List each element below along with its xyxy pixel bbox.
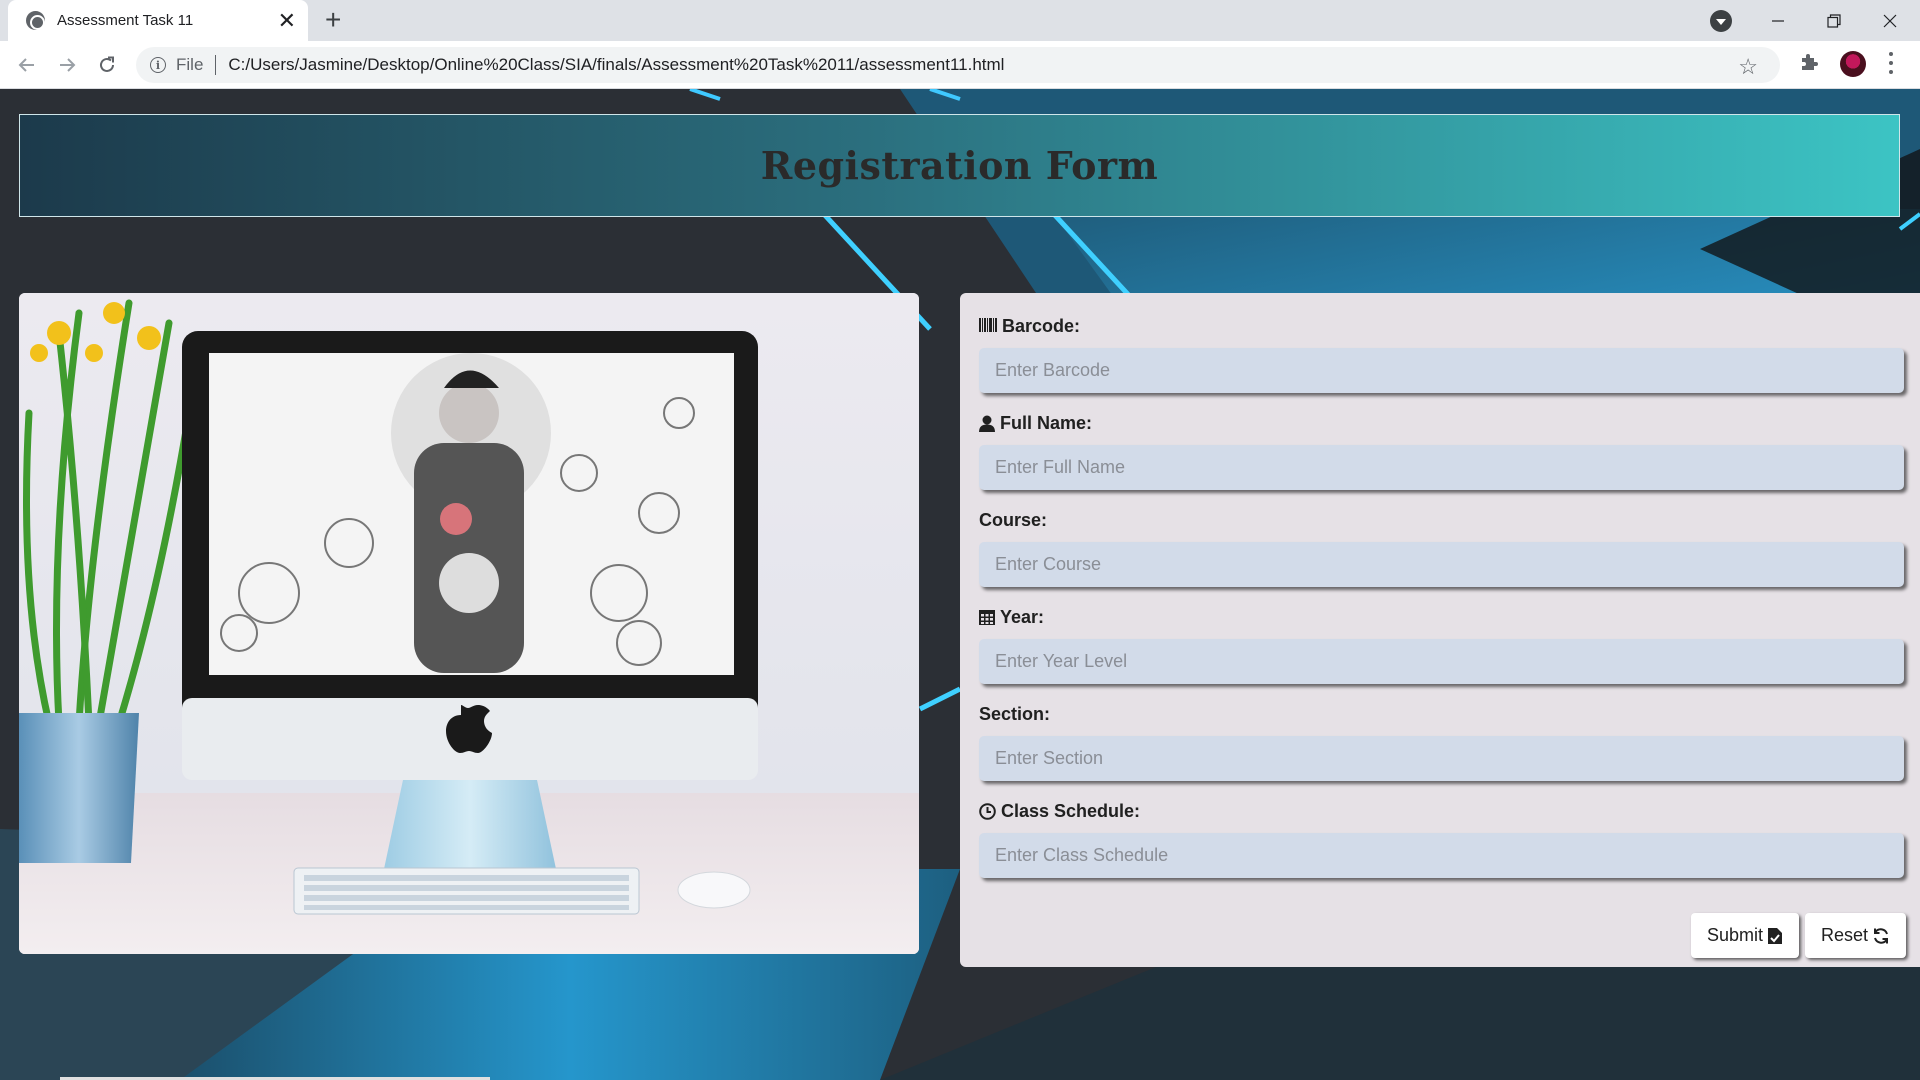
file-check-icon bbox=[1767, 927, 1782, 944]
back-button[interactable] bbox=[13, 51, 41, 79]
field-barcode: Barcode: bbox=[979, 315, 1904, 393]
barcode-label-text: Barcode: bbox=[1002, 315, 1081, 336]
course-input[interactable] bbox=[979, 542, 1904, 587]
restore-button[interactable] bbox=[1806, 0, 1862, 41]
page-viewport: Registration Form Barcode: Enter Barcode… bbox=[0, 89, 1920, 1080]
close-tab-icon[interactable]: ✕ bbox=[278, 9, 296, 32]
user-icon bbox=[979, 415, 995, 432]
minimize-button[interactable] bbox=[1750, 0, 1806, 41]
submit-button[interactable]: Submit bbox=[1690, 913, 1799, 958]
barcode-icon bbox=[979, 318, 997, 334]
address-separator bbox=[215, 55, 217, 75]
class-schedule-label: Class Schedule: bbox=[979, 800, 1902, 822]
section-input[interactable] bbox=[979, 736, 1904, 781]
forward-button[interactable] bbox=[53, 51, 81, 79]
year-label-text: Year: bbox=[1000, 606, 1045, 627]
reset-button-label: Reset bbox=[1820, 925, 1868, 945]
field-course: Course: bbox=[979, 509, 1904, 587]
full-name-label-text: Full Name: bbox=[1000, 412, 1093, 433]
class-schedule-label-text: Class Schedule: bbox=[1001, 800, 1141, 821]
browser-toolbar: i File C:/Users/Jasmine/Desktop/Online%2… bbox=[0, 41, 1920, 89]
desk-computer-image bbox=[19, 293, 919, 954]
restore-icon bbox=[1827, 13, 1841, 28]
reset-button[interactable]: Reset bbox=[1804, 913, 1906, 958]
browser-tab-active[interactable]: Assessment Task 11 ✕ bbox=[8, 0, 308, 41]
year-input[interactable] bbox=[979, 639, 1904, 684]
tab-search-icon[interactable] bbox=[1710, 10, 1732, 32]
section-label: Section: bbox=[979, 703, 1902, 725]
new-tab-button[interactable]: + bbox=[325, 6, 341, 34]
field-section: Section: bbox=[979, 703, 1904, 781]
globe-icon bbox=[26, 11, 45, 30]
arrow-right-icon bbox=[60, 58, 76, 72]
page-title: Registration Form bbox=[760, 143, 1159, 188]
submit-button-label: Submit bbox=[1706, 925, 1763, 945]
hero-image bbox=[19, 293, 919, 954]
address-bar[interactable]: i File C:/Users/Jasmine/Desktop/Online%2… bbox=[136, 47, 1780, 83]
section-label-text: Section: bbox=[979, 703, 1051, 724]
close-window-button[interactable] bbox=[1862, 0, 1918, 41]
browser-menu-button[interactable] bbox=[1888, 52, 1894, 74]
close-window-icon bbox=[1883, 14, 1897, 27]
refresh-icon bbox=[1874, 927, 1888, 944]
bookmark-star-icon[interactable]: ☆ bbox=[1738, 54, 1758, 80]
full-name-label: Full Name: bbox=[979, 412, 1902, 434]
reload-icon bbox=[100, 56, 114, 72]
registration-form: Barcode: Full Name: Course: bbox=[960, 293, 1920, 967]
course-label-text: Course: bbox=[979, 509, 1048, 530]
address-scheme: File bbox=[176, 55, 204, 74]
tab-strip: Assessment Task 11 ✕ + bbox=[0, 0, 1920, 41]
minimize-icon bbox=[1772, 19, 1784, 22]
clock-icon bbox=[979, 802, 996, 820]
arrow-left-icon bbox=[18, 58, 34, 72]
full-name-input[interactable] bbox=[979, 445, 1904, 490]
reload-button[interactable] bbox=[93, 51, 121, 79]
course-label: Course: bbox=[979, 509, 1902, 531]
tab-title: Assessment Task 11 bbox=[57, 12, 194, 29]
barcode-label: Barcode: bbox=[979, 315, 1902, 337]
calendar-icon bbox=[979, 609, 995, 625]
form-actions: Submit Reset bbox=[1690, 913, 1906, 958]
page-header: Registration Form bbox=[19, 114, 1900, 217]
field-full-name: Full Name: bbox=[979, 412, 1904, 490]
field-class-schedule: Class Schedule: bbox=[979, 800, 1904, 878]
address-url[interactable]: C:/Users/Jasmine/Desktop/Online%20Class/… bbox=[228, 55, 1004, 75]
extensions-puzzle-icon[interactable] bbox=[1798, 50, 1822, 74]
class-schedule-input[interactable] bbox=[979, 833, 1904, 878]
site-info-icon[interactable]: i bbox=[150, 57, 166, 73]
profile-avatar[interactable] bbox=[1840, 51, 1866, 77]
year-label: Year: bbox=[979, 606, 1902, 628]
field-year: Year: bbox=[979, 606, 1904, 684]
barcode-input[interactable] bbox=[979, 348, 1904, 393]
